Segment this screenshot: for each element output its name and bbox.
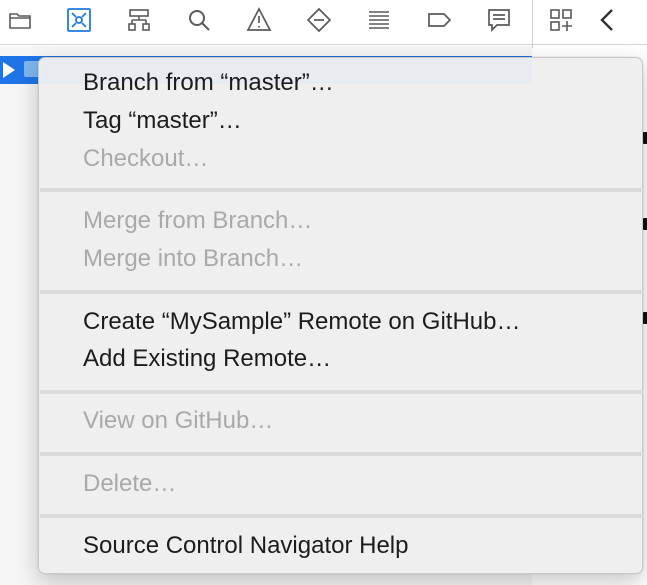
- search-icon[interactable]: [184, 5, 214, 35]
- folder-icon[interactable]: [5, 5, 35, 35]
- menu-item-branch-from-master[interactable]: Branch from “master”…: [83, 68, 334, 98]
- grid-add-icon[interactable]: [546, 5, 576, 35]
- menu-separator: [40, 452, 643, 456]
- text-fragment: [643, 214, 647, 236]
- menu-item-add-existing-remote[interactable]: Add Existing Remote…: [83, 344, 331, 374]
- disclosure-triangle-icon[interactable]: [3, 62, 15, 78]
- source-control-icon[interactable]: [64, 5, 94, 35]
- hierarchy-icon[interactable]: [124, 5, 154, 35]
- text-fragment: [643, 308, 647, 330]
- menu-item-view-on-github: View on GitHub…: [83, 407, 274, 434]
- text-fragment: [643, 128, 647, 150]
- navigator-toolbar: [0, 0, 532, 45]
- menu-separator: [40, 514, 643, 518]
- menu-item-merge-from-branch: Merge from Branch…: [83, 207, 313, 234]
- comment-icon[interactable]: [484, 5, 514, 35]
- menu-item-checkout: Checkout…: [83, 145, 209, 172]
- menu-separator: [40, 290, 643, 294]
- context-menu: Branch from “master”… Tag “master”… Chec…: [38, 57, 643, 574]
- menu-item-tag-master[interactable]: Tag “master”…: [83, 106, 242, 136]
- tag-icon[interactable]: [424, 5, 454, 35]
- menu-item-navigator-help[interactable]: Source Control Navigator Help: [83, 531, 409, 561]
- menu-item-delete: Delete…: [83, 470, 177, 497]
- breakpoint-diamond-icon[interactable]: [304, 5, 334, 35]
- list-icon[interactable]: [364, 5, 394, 35]
- menu-item-create-remote-github[interactable]: Create “MySample” Remote on GitHub…: [83, 307, 520, 337]
- menu-separator: [40, 390, 643, 394]
- warning-icon[interactable]: [244, 5, 274, 35]
- inspector-toolbar: [533, 0, 647, 45]
- menu-item-merge-into-branch: Merge into Branch…: [83, 245, 304, 272]
- chevron-left-icon[interactable]: [593, 5, 623, 35]
- menu-separator: [40, 188, 643, 192]
